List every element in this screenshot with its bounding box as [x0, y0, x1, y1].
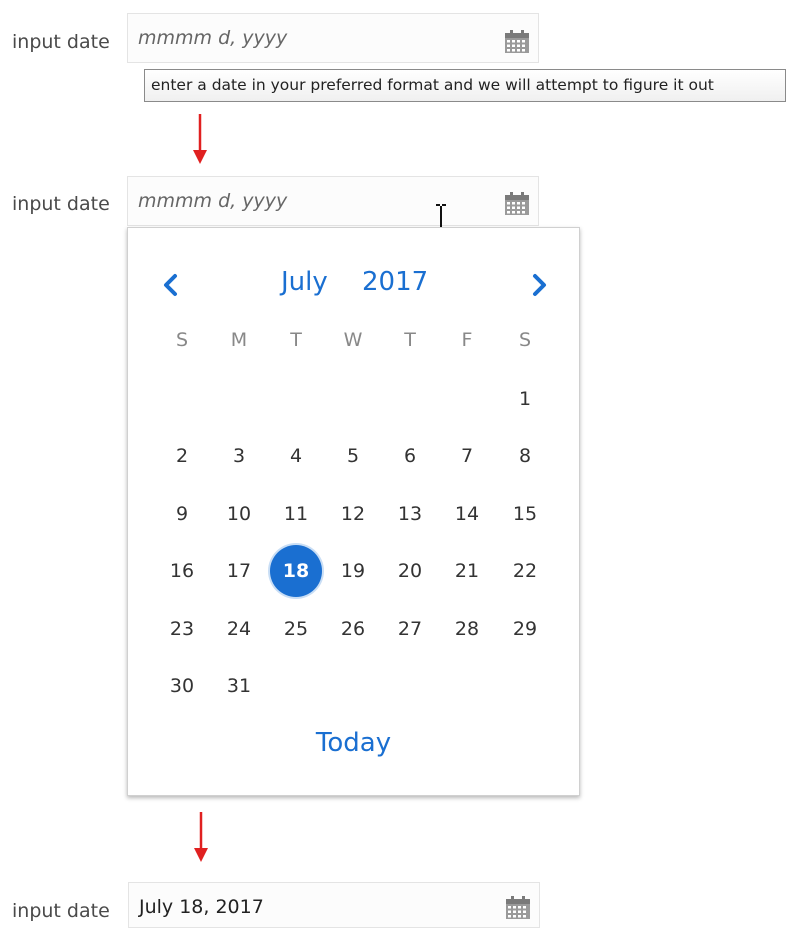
calendar-day[interactable]: 26 — [333, 614, 373, 644]
calendar-day[interactable]: 17 — [219, 556, 259, 586]
calendar-day[interactable]: 21 — [447, 556, 487, 586]
calendar-day-selected[interactable]: 18 — [270, 545, 322, 597]
weekday-header: W — [343, 329, 363, 351]
arrow-down-icon — [193, 114, 207, 164]
calendar-day[interactable]: 9 — [162, 499, 202, 529]
calendar-year[interactable]: 2017 — [362, 267, 428, 297]
calendar-day[interactable]: 19 — [333, 556, 373, 586]
calendar-day[interactable]: 2 — [162, 441, 202, 471]
weekday-header: M — [230, 329, 248, 351]
weekday-header: T — [404, 329, 416, 351]
calendar-day[interactable]: 7 — [447, 441, 487, 471]
date-input-2[interactable]: mmmm d, yyyy — [127, 176, 539, 226]
calendar-day[interactable]: 23 — [162, 614, 202, 644]
calendar-day[interactable]: 25 — [276, 614, 316, 644]
date-input-placeholder-2: mmmm d, yyyy — [138, 190, 288, 212]
calendar-day[interactable]: 16 — [162, 556, 202, 586]
calendar-day[interactable]: 12 — [333, 499, 373, 529]
calendar-day[interactable]: 5 — [333, 441, 373, 471]
calendar-day[interactable]: 20 — [390, 556, 430, 586]
calendar-day[interactable]: 28 — [447, 614, 487, 644]
calendar-day[interactable]: 8 — [505, 441, 545, 471]
weekday-header: F — [461, 329, 473, 351]
calendar-day[interactable]: 13 — [390, 499, 430, 529]
calendar-icon[interactable] — [505, 896, 531, 920]
date-input-placeholder-1: mmmm d, yyyy — [138, 27, 288, 49]
calendar-icon[interactable] — [504, 192, 530, 216]
date-input-1[interactable]: mmmm d, yyyy — [127, 13, 539, 63]
calendar-day[interactable]: 15 — [505, 499, 545, 529]
input-date-label-3: input date — [12, 900, 110, 922]
calendar-icon[interactable] — [504, 30, 530, 54]
weekday-header: T — [290, 329, 302, 351]
calendar-day[interactable]: 31 — [219, 671, 259, 701]
calendar-day[interactable]: 30 — [162, 671, 202, 701]
calendar-day[interactable]: 10 — [219, 499, 259, 529]
calendar-day[interactable]: 11 — [276, 499, 316, 529]
calendar-day[interactable]: 4 — [276, 441, 316, 471]
format-tooltip: enter a date in your preferred format an… — [144, 69, 786, 102]
calendar-day[interactable]: 22 — [505, 556, 545, 586]
calendar-day[interactable]: 14 — [447, 499, 487, 529]
calendar-day[interactable]: 27 — [390, 614, 430, 644]
calendar-day[interactable]: 3 — [219, 441, 259, 471]
weekday-header: S — [518, 329, 532, 351]
calendar-day[interactable]: 6 — [390, 441, 430, 471]
arrow-down-icon — [194, 812, 208, 862]
weekday-header: S — [175, 329, 189, 351]
today-button[interactable]: Today — [127, 728, 580, 758]
calendar-day[interactable]: 24 — [219, 614, 259, 644]
chevron-left-icon[interactable] — [159, 270, 183, 300]
date-input-3[interactable]: July 18, 2017 — [128, 882, 540, 928]
date-input-value: July 18, 2017 — [139, 896, 264, 918]
chevron-right-icon[interactable] — [527, 270, 551, 300]
input-date-label-1: input date — [12, 31, 110, 53]
input-date-label-2: input date — [12, 193, 110, 215]
calendar-month[interactable]: July — [281, 267, 328, 297]
calendar-day[interactable]: 1 — [505, 384, 545, 414]
calendar-day[interactable]: 29 — [505, 614, 545, 644]
